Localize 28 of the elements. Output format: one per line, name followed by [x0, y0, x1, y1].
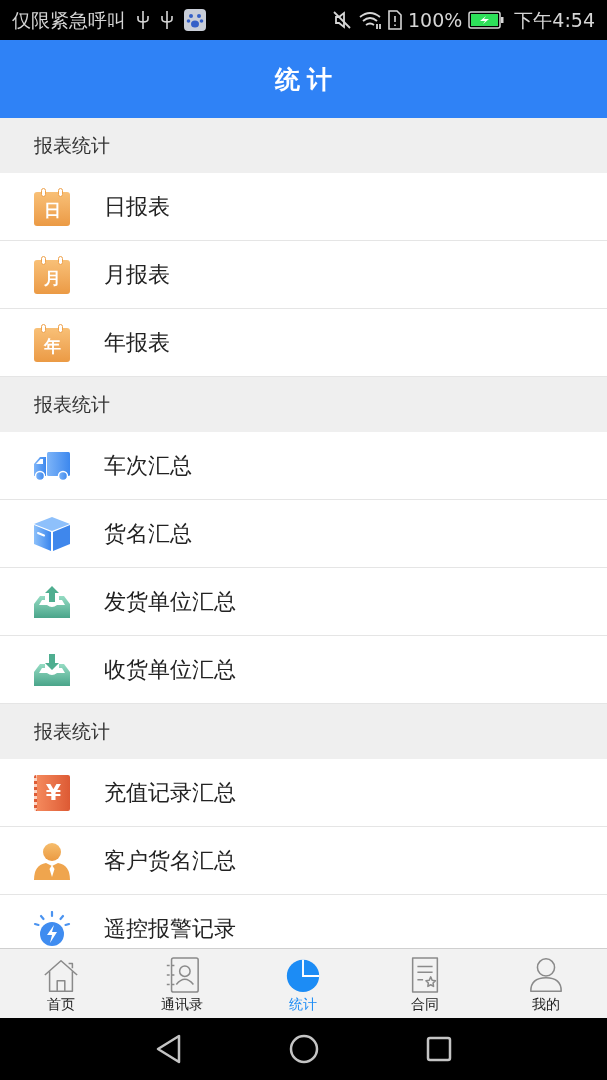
recents-square-icon: [425, 1036, 452, 1062]
mute-icon: [332, 10, 352, 30]
yuan-note-icon: ¥: [34, 774, 70, 811]
package-icon: [33, 515, 71, 552]
paw-app-icon: [184, 9, 206, 31]
person-icon: [33, 841, 71, 880]
wifi-icon: [358, 10, 382, 30]
status-text: 仅限紧急呼叫: [12, 10, 126, 30]
section-header: 报表统计: [0, 377, 607, 432]
usb-icon: [136, 10, 150, 30]
sim-alert-icon: [388, 10, 402, 30]
tray-upload-icon: [33, 584, 71, 619]
usb-icon: [160, 10, 174, 30]
tab[interactable]: 通讯录: [121, 949, 243, 1018]
truck-icon: [33, 450, 71, 481]
page-title: 统计: [273, 66, 340, 92]
home-circle-icon: [288, 1034, 319, 1064]
tray-download-icon: [33, 652, 71, 687]
tab[interactable]: 首页: [0, 949, 122, 1018]
battery-icon: [468, 11, 505, 29]
section-header: 报表统计: [0, 704, 607, 759]
alarm-light-icon: [33, 910, 71, 947]
tab[interactable]: 合同: [364, 949, 486, 1018]
back-triangle-icon: [155, 1034, 182, 1064]
tab[interactable]: 我的: [485, 949, 607, 1018]
section-header: 报表统计: [0, 118, 607, 173]
battery-percent: 100%: [408, 10, 463, 30]
clock-time: 下午4:54: [514, 10, 595, 30]
